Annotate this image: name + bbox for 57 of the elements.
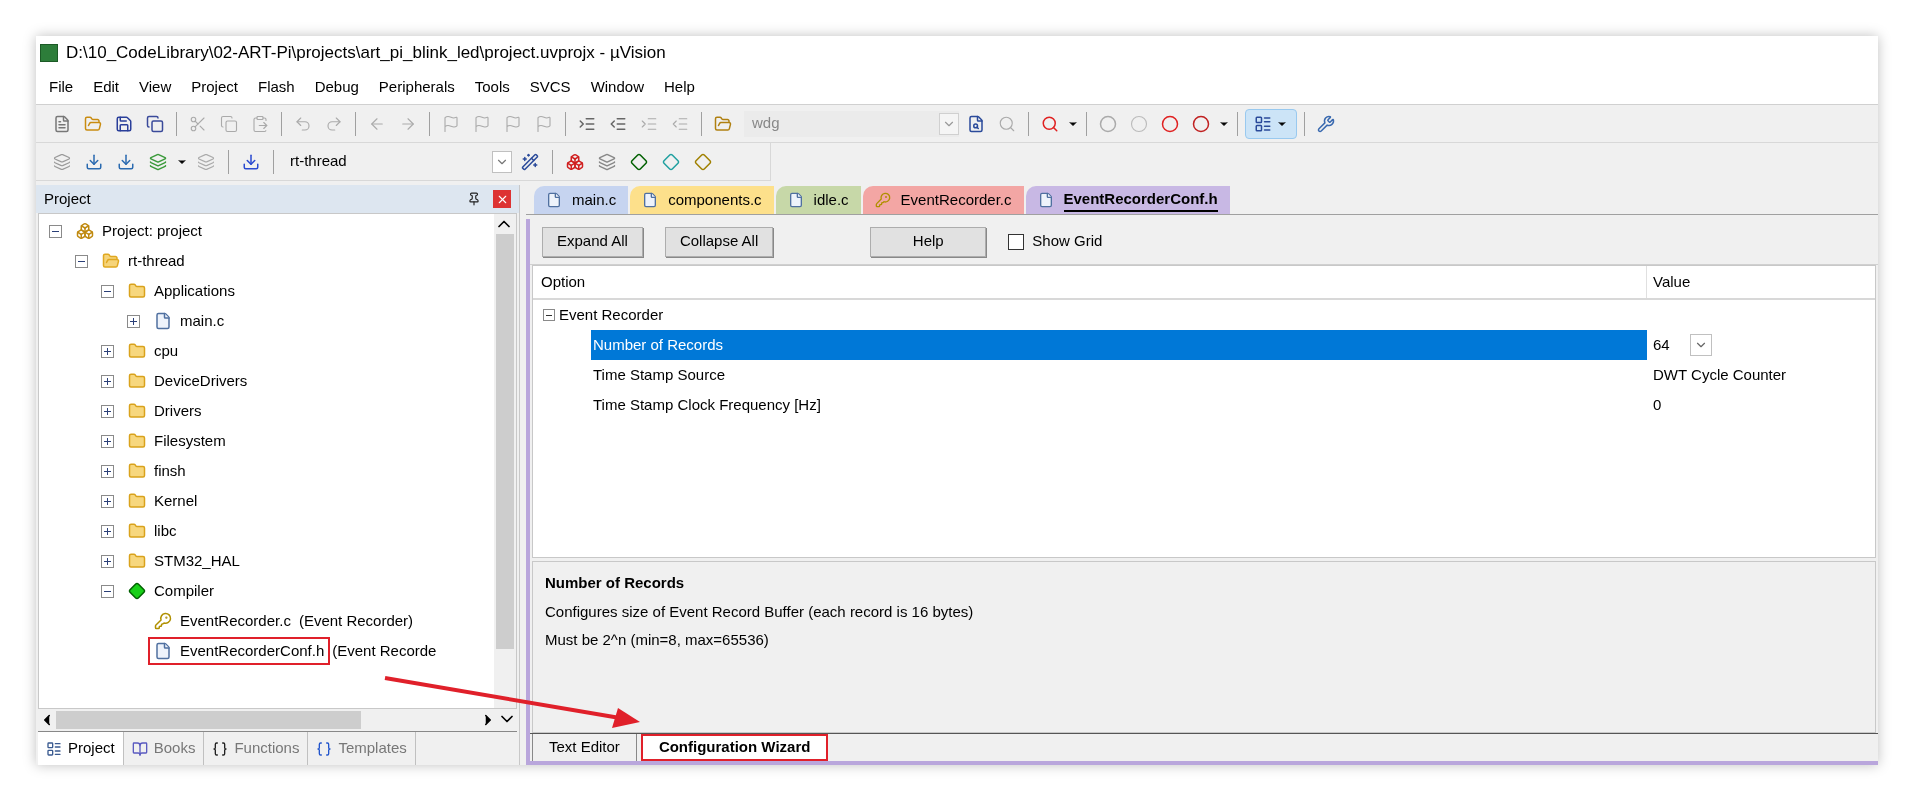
tree-item[interactable]: DeviceDrivers bbox=[122, 367, 254, 395]
option-value[interactable]: 0 bbox=[1653, 393, 1662, 417]
menu-item[interactable]: Window bbox=[581, 75, 653, 99]
tree-item[interactable]: Kernel bbox=[122, 487, 204, 515]
window-title: D:\10_CodeLibrary\02-ART-Pi\projects\art_pi_blink_led\project.uvprojx - µVision bbox=[66, 42, 666, 65]
editor-tab[interactable]: EventRecorder.c bbox=[862, 186, 1024, 214]
tree-item[interactable]: EventRecorder.c bbox=[148, 607, 297, 635]
column-header: Option bbox=[533, 266, 1647, 298]
tree-item[interactable]: Filesystem bbox=[122, 427, 232, 455]
tree-item[interactable]: cpu bbox=[122, 337, 185, 365]
tree-item[interactable]: finsh bbox=[122, 457, 192, 485]
panel-tab[interactable]: Templates bbox=[308, 732, 416, 765]
panel-tab[interactable]: Project bbox=[38, 732, 124, 765]
menu-item[interactable]: Flash bbox=[248, 75, 304, 99]
option-value[interactable]: 64 bbox=[1653, 333, 1670, 357]
view-tab[interactable]: Text Editor bbox=[532, 734, 637, 761]
option-row[interactable]: Number of Records bbox=[591, 330, 1647, 360]
toolbar-button[interactable]: Collapse All bbox=[664, 226, 774, 257]
toolbar-button[interactable]: Expand All bbox=[542, 226, 643, 257]
description-text: Must be 2^n (min=8, max=65536) bbox=[545, 630, 770, 650]
option-group[interactable]: Event Recorder bbox=[559, 303, 664, 327]
editor-tab[interactable]: components.c bbox=[630, 186, 774, 214]
column-header: Value bbox=[1652, 271, 1692, 292]
editor-tab[interactable]: main.c bbox=[534, 186, 629, 214]
description-title: Number of Records bbox=[545, 573, 686, 593]
checkbox-label: Show Grid bbox=[1032, 231, 1103, 252]
description-text: Configures size of Event Record Buffer (each record is 16 bytes) bbox=[545, 601, 975, 622]
menu-item[interactable]: Peripherals bbox=[369, 75, 464, 99]
panel-tab[interactable]: Books bbox=[123, 732, 205, 765]
menu-item[interactable]: SVCS bbox=[520, 75, 580, 99]
tree-item-note: (Event Recorde bbox=[332, 640, 437, 661]
tree-item[interactable]: STM32_HAL bbox=[122, 547, 246, 575]
tree-item[interactable]: Compiler bbox=[122, 577, 220, 605]
tree-item[interactable]: libc bbox=[122, 517, 183, 545]
menu-item[interactable]: Project bbox=[182, 75, 247, 99]
tree-item[interactable]: Drivers bbox=[122, 397, 208, 425]
tree-item[interactable]: rt-thread bbox=[96, 247, 191, 275]
tree-item[interactable]: Applications bbox=[122, 277, 241, 305]
panel-tab[interactable]: Functions bbox=[204, 732, 309, 765]
tree-item[interactable]: main.c bbox=[148, 307, 231, 335]
menu-item[interactable]: Tools bbox=[465, 75, 519, 99]
option-row[interactable]: Time Stamp Clock Frequency [Hz] bbox=[591, 390, 1647, 420]
menu-item[interactable]: File bbox=[40, 75, 83, 99]
option-row[interactable]: Time Stamp Source bbox=[591, 360, 1647, 390]
menu-item[interactable]: View bbox=[130, 75, 181, 99]
menu-item[interactable]: Edit bbox=[84, 75, 129, 99]
menu-item[interactable]: Help bbox=[655, 75, 704, 99]
panel-title: Project bbox=[44, 188, 91, 209]
tree-item[interactable]: Project: project bbox=[70, 217, 209, 245]
option-value[interactable]: DWT Cycle Counter bbox=[1653, 363, 1787, 387]
editor-tab[interactable]: EventRecorderConf.h bbox=[1025, 186, 1230, 214]
tree-item-note: (Event Recorder) bbox=[298, 610, 414, 631]
editor-tab[interactable]: idle.c bbox=[775, 186, 861, 214]
view-tab[interactable]: Configuration Wizard bbox=[640, 734, 829, 761]
toolbar-button[interactable]: Help bbox=[870, 226, 987, 257]
tree-item[interactable]: EventRecorderConf.h bbox=[148, 637, 331, 665]
menu-item[interactable]: Debug bbox=[305, 75, 368, 99]
